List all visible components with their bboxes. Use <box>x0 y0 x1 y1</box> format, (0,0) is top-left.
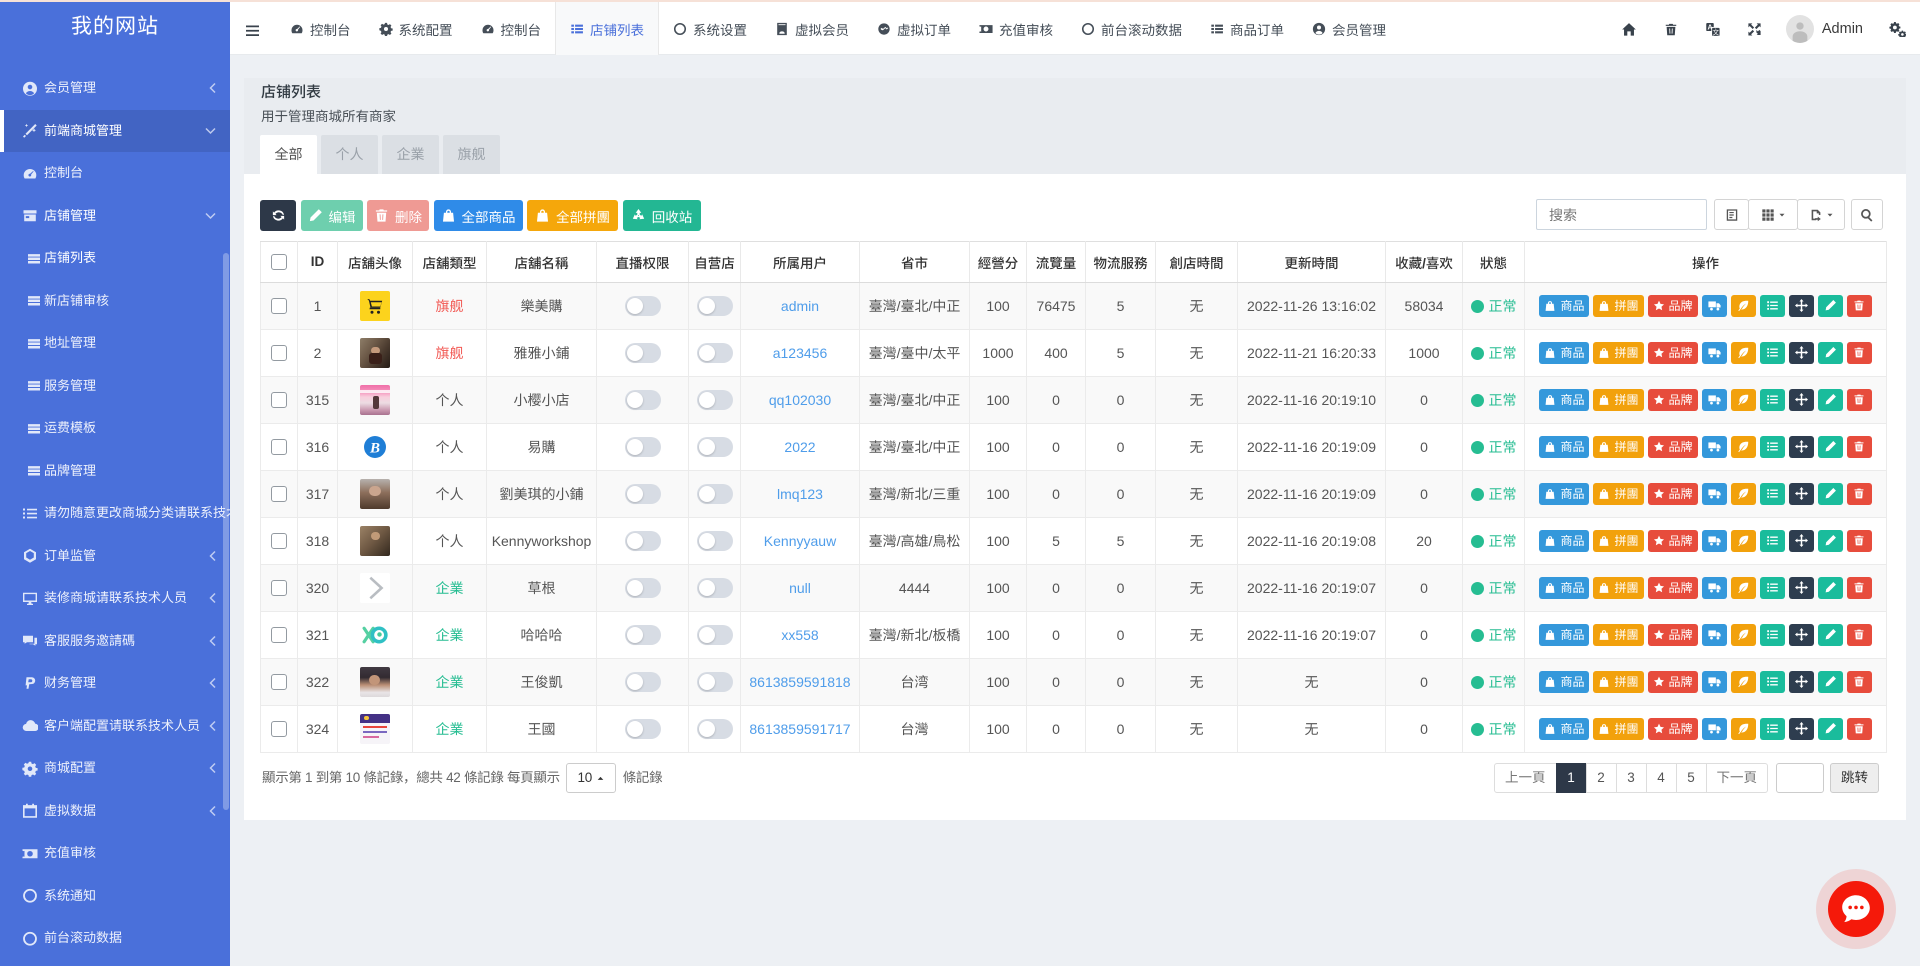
svg-text:文: 文 <box>1712 26 1719 36</box>
svg-text:B: B <box>369 440 380 456</box>
